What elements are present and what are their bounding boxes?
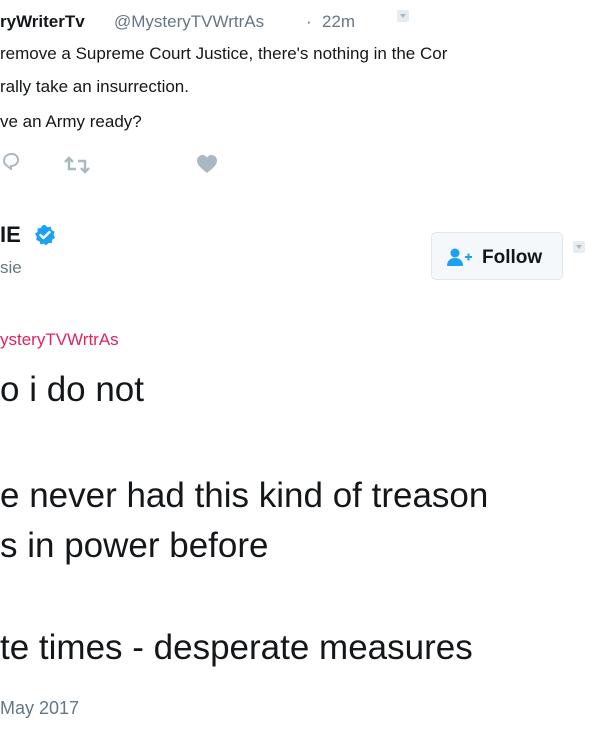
author-display-name[interactable]: IE [0, 222, 21, 248]
add-user-icon [447, 248, 472, 266]
tweet-date[interactable]: May 2017 [0, 698, 79, 719]
tweet-text-line: s in power before [0, 526, 269, 565]
replying-to-mention[interactable]: ysteryTVWrtrAs [0, 330, 119, 350]
caret-down-icon[interactable] [396, 9, 410, 23]
follow-button[interactable]: Follow [431, 232, 563, 280]
parent-timestamp[interactable]: 22m [322, 12, 355, 32]
follow-button-label: Follow [482, 247, 543, 268]
parent-tweet-text-line: rally take an insurrection. [0, 77, 189, 96]
tweet-text-line: e never had this kind of treason [0, 476, 489, 515]
parent-display-name[interactable]: ryWriterTv [0, 12, 85, 32]
parent-handle[interactable]: @MysteryTVWrtrAs [114, 12, 264, 32]
reply-icon[interactable] [2, 152, 20, 170]
like-icon[interactable] [196, 154, 218, 174]
parent-tweet-text-line: ve an Army ready? [0, 112, 142, 131]
time-separator: · [306, 12, 312, 31]
author-handle[interactable]: sie [0, 258, 22, 278]
parent-tweet-text-line: remove a Supreme Court Justice, there's … [0, 44, 448, 63]
tweet-text-line: te times - desperate measures [0, 628, 473, 667]
caret-down-icon[interactable] [572, 240, 586, 254]
retweet-icon[interactable] [64, 156, 90, 174]
verified-badge-icon [35, 225, 55, 246]
tweet-text-line: o i do not [0, 370, 144, 409]
